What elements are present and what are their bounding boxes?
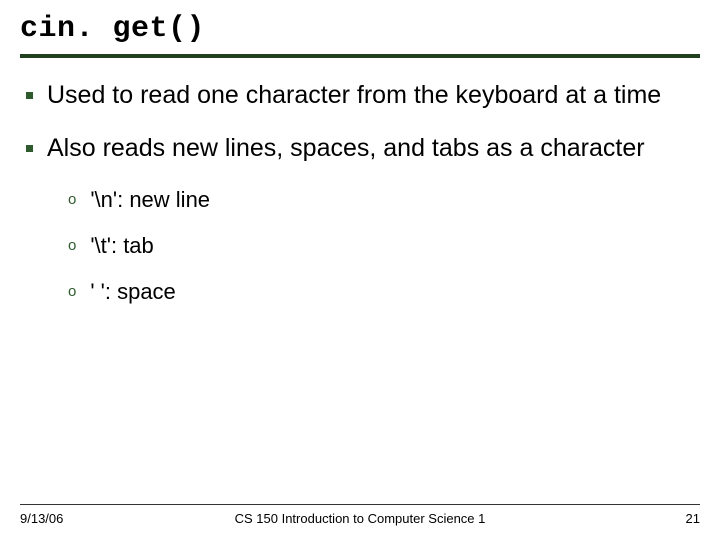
bullet-icon [26,145,33,152]
footer-date: 9/13/06 [20,511,63,526]
sub-bullet-text: '\n': new line [90,187,210,213]
footer-course: CS 150 Introduction to Computer Science … [235,511,486,526]
list-item: o '\n': new line [68,187,700,213]
slide-title: cin. get() [20,12,700,52]
bullet-list: Used to read one character from the keyb… [26,80,700,165]
bullet-icon [26,92,33,99]
list-item: Used to read one character from the keyb… [26,80,700,111]
sub-bullet-list: o '\n': new line o '\t': tab o ' ': spac… [68,187,700,306]
sub-bullet-icon: o [68,191,76,208]
list-item: o '\t': tab [68,233,700,259]
footer-divider [20,504,700,505]
footer-page: 21 [686,511,700,526]
slide-footer: 9/13/06 CS 150 Introduction to Computer … [20,504,700,526]
slide: cin. get() Used to read one character fr… [0,0,720,540]
footer-row: 9/13/06 CS 150 Introduction to Computer … [20,511,700,526]
sub-bullet-icon: o [68,237,76,254]
list-item: o ' ': space [68,279,700,305]
sub-bullet-icon: o [68,283,76,300]
bullet-text: Also reads new lines, spaces, and tabs a… [47,133,645,164]
title-divider [20,54,700,58]
bullet-text: Used to read one character from the keyb… [47,80,661,111]
slide-content: Used to read one character from the keyb… [20,80,700,306]
sub-bullet-text: '\t': tab [90,233,153,259]
sub-bullet-text: ' ': space [90,279,175,305]
list-item: Also reads new lines, spaces, and tabs a… [26,133,700,164]
